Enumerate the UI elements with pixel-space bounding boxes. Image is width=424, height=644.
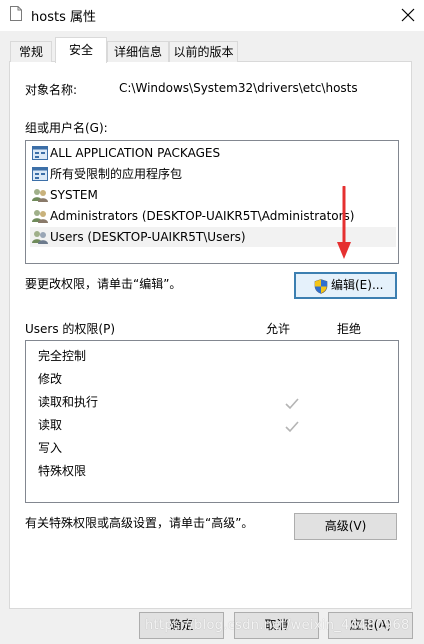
advanced-button[interactable]: 高级(V): [294, 513, 397, 540]
app-packages-icon: [32, 167, 48, 181]
permission-row: 读取和执行: [38, 392, 378, 412]
object-name-label: 对象名称:: [25, 83, 78, 97]
group-name: Users (DESKTOP-UAIKR5T\Users): [50, 230, 246, 244]
permissions-label: Users 的权限(P): [25, 322, 116, 336]
permission-name: 修改: [38, 372, 63, 386]
permission-name: 读取和执行: [38, 395, 99, 409]
permission-row: 写入: [38, 438, 378, 458]
tab-previous-versions[interactable]: 以前的版本: [169, 41, 238, 62]
uac-shield-icon: [314, 279, 328, 302]
allow-check-icon: [285, 396, 299, 416]
group-name: Administrators (DESKTOP-UAIKR5T\Administ…: [50, 209, 355, 223]
permission-row: 特殊权限: [38, 461, 378, 481]
users-icon: [32, 230, 48, 244]
tab-security[interactable]: 安全: [55, 37, 107, 63]
permission-row: 读取: [38, 415, 378, 435]
permission-name: 特殊权限: [38, 464, 87, 478]
list-item[interactable]: 所有受限制的应用程序包: [30, 164, 396, 184]
change-hint: 要更改权限，请单击“编辑”。: [25, 277, 182, 291]
object-name-value: C:\Windows\System32\drivers\etc\hosts: [119, 81, 358, 95]
permission-row: 修改: [38, 369, 378, 389]
permission-name: 读取: [38, 418, 63, 432]
edit-button[interactable]: 编辑(E)...: [294, 272, 397, 299]
group-name: SYSTEM: [50, 188, 98, 202]
window-title: hosts 属性: [31, 10, 96, 25]
watermark: https://blog.csdn.net/weixin_44480968: [145, 618, 410, 633]
tab-details[interactable]: 详细信息: [107, 41, 169, 62]
permission-row: 完全控制: [38, 346, 378, 366]
close-icon: [401, 8, 415, 22]
groups-label: 组或用户名(G):: [25, 121, 108, 135]
allow-check-icon: [285, 419, 299, 439]
tab-general[interactable]: 常规: [10, 41, 52, 62]
users-icon: [32, 209, 48, 223]
advanced-hint: 有关特殊权限或高级设置，请单击“高级”。: [25, 516, 254, 530]
annotation-arrow-icon: [336, 185, 352, 263]
deny-header: 拒绝: [337, 322, 362, 336]
allow-header: 允许: [266, 322, 291, 336]
permission-name: 完全控制: [38, 349, 87, 363]
group-name: ALL APPLICATION PACKAGES: [50, 146, 221, 160]
edit-button-label: 编辑(E)...: [331, 278, 384, 292]
app-packages-icon: [32, 146, 48, 160]
permission-name: 写入: [38, 441, 63, 455]
close-button[interactable]: [392, 0, 424, 31]
group-name: 所有受限制的应用程序包: [50, 167, 183, 181]
list-item[interactable]: ALL APPLICATION PACKAGES: [30, 143, 396, 163]
file-icon: [10, 6, 22, 21]
permissions-list[interactable]: 完全控制 修改 读取和执行 读取 写入 特殊权限: [25, 340, 399, 503]
users-icon: [32, 188, 48, 202]
